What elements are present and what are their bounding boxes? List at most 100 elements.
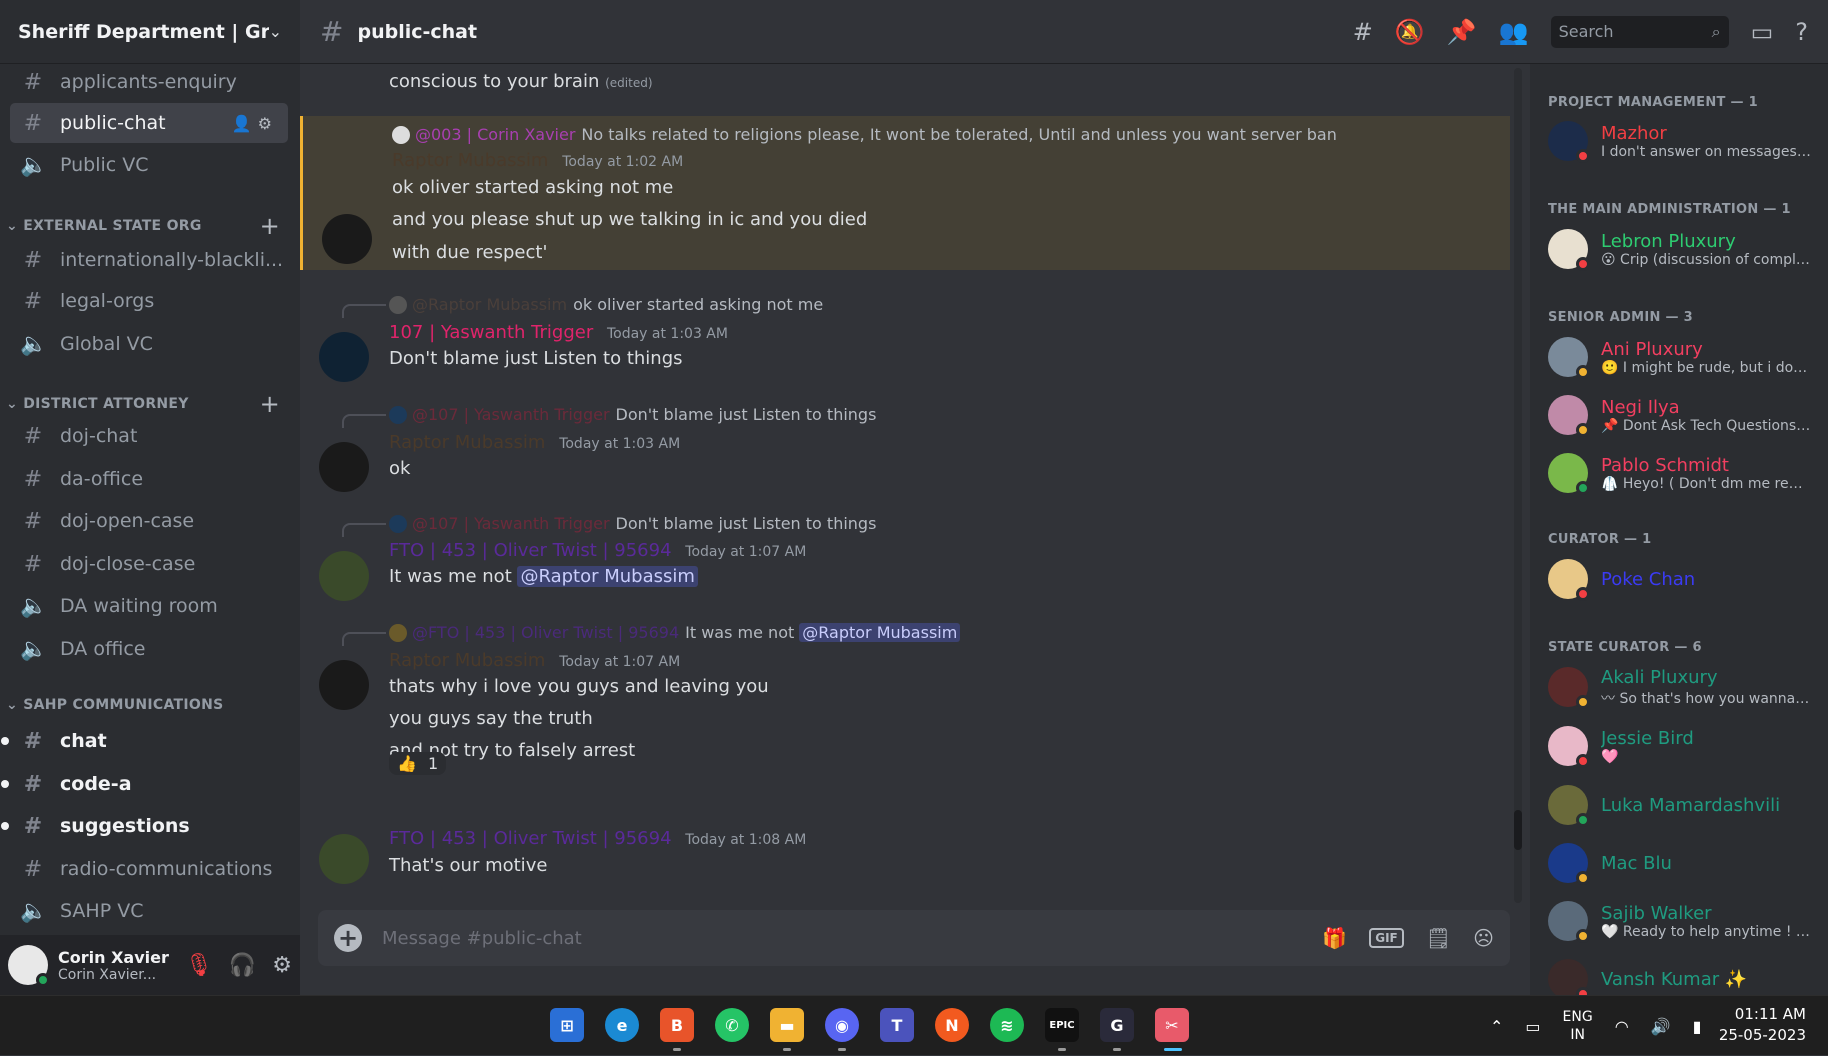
clock[interactable]: 01:11 AM 25-05-2023 [1719, 1004, 1806, 1046]
headphones-icon[interactable]: 🎧 [229, 953, 256, 978]
channel-code-a[interactable]: # code-a [1, 764, 288, 804]
language-indicator[interactable]: ENG IN [1563, 1008, 1593, 1044]
search-input[interactable]: Search ⌕ [1550, 15, 1729, 48]
category-sahp-communications[interactable]: ⌄ SAHP COMMUNICATIONS [6, 697, 290, 713]
author-name[interactable]: FTO | 453 | Oliver Twist | 95694 [389, 828, 672, 849]
message[interactable]: @FTO | 453 | Oliver Twist | 95694 It was… [300, 618, 1510, 778]
add-channel-icon[interactable]: + [260, 212, 280, 240]
user-info[interactable]: Corin Xavier Corin Xavier... [58, 948, 169, 983]
wifi-icon[interactable]: ◠ [1615, 1017, 1629, 1036]
reply-preview[interactable]: @107 | Yaswanth Trigger Don't blame just… [389, 514, 876, 533]
gaming-app-icon[interactable]: G [1100, 1008, 1134, 1042]
member-item[interactable]: Pablo Schmidt 🥼 Heyo! ( Don't dm me regar… [1548, 450, 1823, 496]
reply-preview[interactable]: @Raptor Mubassim ok oliver started askin… [389, 295, 823, 314]
message-highlighted[interactable]: @003 | Corin Xavier No talks related to … [300, 116, 1510, 270]
avatar[interactable] [319, 660, 369, 710]
message[interactable]: @Raptor Mubassim ok oliver started askin… [300, 290, 1510, 386]
gear-icon[interactable]: ⚙ [258, 114, 278, 133]
category-external-state-org[interactable]: ⌄ EXTERNAL STATE ORG + [6, 212, 290, 240]
message[interactable]: @107 | Yaswanth Trigger Don't blame just… [300, 509, 1510, 605]
channel-internationally-blacklisted[interactable]: # internationally-blackli... [10, 240, 288, 280]
member-item[interactable]: Akali Pluxury 〰 So that's how you wanna P… [1548, 664, 1823, 710]
emoji-icon[interactable]: ☹ [1473, 926, 1494, 950]
file-explorer-icon[interactable]: ▬ [770, 1008, 804, 1042]
channel-legal-orgs[interactable]: # legal-orgs [10, 281, 288, 321]
epic-games-icon[interactable]: EPIC [1045, 1008, 1079, 1042]
member-item[interactable]: Vansh Kumar ✨ [1548, 956, 1823, 995]
brave-icon[interactable]: B [660, 1008, 694, 1042]
user-mention[interactable]: @Raptor Mubassim [799, 623, 961, 642]
server-header[interactable]: Sheriff Department | Gra... ⌄ [0, 0, 300, 64]
add-attachment-button[interactable]: + [334, 924, 362, 952]
scrollbar-thumb[interactable] [1514, 810, 1522, 850]
gif-button[interactable]: GIF [1369, 928, 1404, 948]
windows-start-icon[interactable]: ⊞ [550, 1008, 584, 1042]
battery-icon[interactable]: ▮ [1693, 1017, 1702, 1036]
author-name[interactable]: Raptor Mubassim [392, 150, 548, 171]
spotify-icon[interactable]: ≋ [990, 1008, 1024, 1042]
inbox-icon[interactable]: ▭ [1751, 18, 1774, 46]
member-item[interactable]: Lebron Pluxury 😮 Crip (discussion of comp… [1548, 226, 1823, 272]
gear-icon[interactable]: ⚙ [272, 953, 292, 978]
user-mention[interactable]: @Raptor Mubassim [517, 566, 698, 587]
author-name[interactable]: Raptor Mubassim [389, 432, 545, 453]
volume-icon[interactable]: 🔊 [1651, 1017, 1671, 1036]
channel-doj-open-case[interactable]: # doj-open-case [10, 501, 288, 541]
edge-icon[interactable]: e [605, 1008, 639, 1042]
avatar[interactable] [8, 945, 50, 987]
member-item[interactable]: Jessie Bird 🩷 [1548, 723, 1823, 769]
message-composer[interactable]: + Message #public-chat 🎁 GIF 🗒 ☹ [318, 910, 1510, 966]
author-name[interactable]: FTO | 453 | Oliver Twist | 95694 [389, 540, 672, 561]
member-item[interactable]: Negi Ilya 📌 Dont Ask Tech Questions i... [1548, 392, 1823, 438]
channel-suggestions[interactable]: # suggestions [1, 806, 288, 846]
channel-radio-communications[interactable]: # radio-communications [10, 849, 288, 889]
avatar[interactable] [319, 442, 369, 492]
reply-preview[interactable]: @107 | Yaswanth Trigger Don't blame just… [389, 405, 876, 424]
member-list-icon[interactable]: 👥 [1499, 18, 1529, 46]
mic-muted-icon[interactable]: 🎙 [185, 953, 213, 978]
gift-icon[interactable]: 🎁 [1322, 926, 1347, 950]
avatar[interactable] [319, 551, 369, 601]
reaction-thumbs-up[interactable]: 👍 1 [389, 752, 447, 775]
chevron-up-icon[interactable]: ⌃ [1490, 1017, 1503, 1036]
reply-preview[interactable]: @FTO | 453 | Oliver Twist | 95694 It was… [389, 623, 961, 642]
channel-da-waiting-room[interactable]: 🔈 DA waiting room [10, 586, 288, 626]
reply-preview[interactable]: @003 | Corin Xavier No talks related to … [392, 125, 1337, 144]
channel-global-vc[interactable]: 🔈 Global VC [10, 324, 288, 364]
channel-applicants-enquiry[interactable]: # applicants-enquiry [10, 62, 288, 102]
invite-icon[interactable]: 👤 [232, 114, 258, 133]
message-continuation[interactable]: conscious to your brain (edited) [300, 64, 1510, 104]
member-item[interactable]: Ani Pluxury 🙂 I might be rude, but i do w… [1548, 334, 1823, 380]
author-name[interactable]: Raptor Mubassim [389, 650, 545, 671]
author-name[interactable]: 107 | Yaswanth Trigger [389, 322, 593, 343]
teams-icon[interactable]: T [880, 1008, 914, 1042]
channel-da-office-vc[interactable]: 🔈 DA office [10, 629, 288, 669]
notification-mute-icon[interactable]: 🔕 [1395, 18, 1425, 46]
channel-doj-close-case[interactable]: # doj-close-case [10, 544, 288, 584]
snipping-tool-icon[interactable]: ✂ [1155, 1008, 1189, 1042]
member-item[interactable]: Mazhor I don't answer on messages "H... [1548, 118, 1823, 164]
channel-doj-chat[interactable]: # doj-chat [10, 416, 288, 456]
channel-public-chat[interactable]: # public-chat 👤⚙ [10, 103, 288, 143]
threads-icon[interactable]: # [1353, 18, 1373, 46]
message-list[interactable]: conscious to your brain (edited) @003 | … [300, 64, 1515, 904]
member-item[interactable]: Mac Blu [1548, 840, 1823, 886]
member-item[interactable]: Sajib Walker 🤍 Ready to help anytime ! ( … [1548, 898, 1823, 944]
message[interactable]: @107 | Yaswanth Trigger Don't blame just… [300, 400, 1510, 496]
app-icon[interactable]: N [935, 1008, 969, 1042]
tablet-icon[interactable]: ▭ [1525, 1017, 1540, 1036]
sticker-icon[interactable]: 🗒 [1426, 926, 1451, 950]
avatar[interactable] [322, 214, 372, 264]
add-channel-icon[interactable]: + [260, 390, 280, 418]
message[interactable]: FTO | 453 | Oliver Twist | 95694 Today a… [300, 824, 1510, 894]
avatar[interactable] [319, 332, 369, 382]
member-item[interactable]: Poke Chan [1548, 556, 1823, 602]
channel-sahp-vc[interactable]: 🔈 SAHP VC [10, 891, 288, 931]
channel-public-vc[interactable]: 🔈 Public VC [10, 145, 288, 185]
category-district-attorney[interactable]: ⌄ DISTRICT ATTORNEY + [6, 390, 290, 418]
channel-chat[interactable]: # chat [1, 721, 288, 761]
discord-icon[interactable]: ◉ [825, 1008, 859, 1042]
channel-da-office[interactable]: # da-office [10, 459, 288, 499]
help-icon[interactable]: ? [1795, 18, 1808, 46]
pin-icon[interactable]: 📌 [1447, 18, 1477, 46]
